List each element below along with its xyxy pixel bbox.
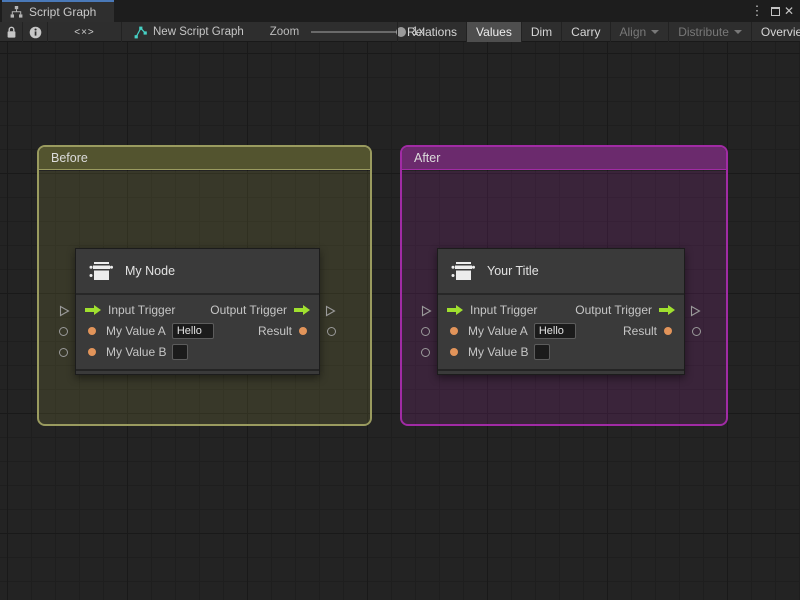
graph-hierarchy-icon xyxy=(10,6,23,18)
node-header[interactable]: My Node xyxy=(76,249,319,295)
tab-script-graph[interactable]: Script Graph xyxy=(2,0,114,22)
ghost-input-trigger-port[interactable] xyxy=(59,304,70,322)
node-header[interactable]: Your Title xyxy=(438,249,684,295)
node-title: Your Title xyxy=(487,264,539,278)
maximize-button[interactable] xyxy=(771,0,780,22)
zoom-label: Zoom xyxy=(270,26,299,38)
input-trigger-port[interactable] xyxy=(85,305,101,315)
port-row-value-a: My Value A Result xyxy=(76,320,319,341)
value-a-input[interactable] xyxy=(172,323,214,339)
maximize-icon xyxy=(771,7,780,16)
port-row-value-a: My Value A Result xyxy=(438,320,684,341)
chevron-down-icon xyxy=(651,30,659,34)
info-icon xyxy=(29,26,42,39)
ghost-result-port[interactable] xyxy=(327,327,336,336)
close-button[interactable]: ✕ xyxy=(782,0,796,22)
toolbar-toggle-group: Relations Values Dim Carry Align Distrib… xyxy=(397,22,800,42)
ghost-result-port[interactable] xyxy=(692,327,701,336)
node-body: Input Trigger Output Trigger My Value A … xyxy=(438,295,684,369)
port-row-trigger: Input Trigger Output Trigger xyxy=(76,299,319,320)
window-menu-button[interactable]: ⋮ xyxy=(750,0,764,22)
overview-button[interactable]: Overview xyxy=(751,22,800,42)
result-port[interactable] xyxy=(299,327,307,335)
script-graph-asset-icon xyxy=(134,26,147,39)
new-script-graph-label: New Script Graph xyxy=(153,26,244,38)
output-trigger-port[interactable] xyxy=(294,305,310,315)
value-a-port[interactable] xyxy=(450,327,458,335)
new-script-graph-button[interactable]: New Script Graph xyxy=(122,22,254,42)
input-trigger-port[interactable] xyxy=(447,305,463,315)
node-your-title[interactable]: Your Title Input Trigger Output Trigger … xyxy=(437,248,685,375)
close-icon: ✕ xyxy=(784,4,794,18)
kebab-icon: ⋮ xyxy=(751,3,764,19)
align-dropdown[interactable]: Align xyxy=(610,22,669,42)
relations-button[interactable]: Relations xyxy=(397,22,466,42)
ghost-value-b-port[interactable] xyxy=(59,348,68,357)
value-b-input[interactable] xyxy=(534,344,550,360)
output-trigger-port[interactable] xyxy=(659,305,675,315)
carry-button[interactable]: Carry xyxy=(561,22,609,42)
ghost-input-trigger-port[interactable] xyxy=(421,304,432,322)
distribute-dropdown[interactable]: Distribute xyxy=(668,22,751,42)
unit-box-icon xyxy=(450,258,476,284)
value-b-port[interactable] xyxy=(88,348,96,356)
graph-toolbar: <×> New Script Graph Zoom 1 xyxy=(0,22,800,42)
lock-icon xyxy=(6,26,17,39)
lock-button[interactable] xyxy=(0,22,23,42)
node-footer xyxy=(76,369,319,374)
node-title: My Node xyxy=(125,264,175,278)
value-a-input[interactable] xyxy=(534,323,576,339)
node-my-node[interactable]: My Node Input Trigger Output Trigger My … xyxy=(75,248,320,375)
group-before-header[interactable]: Before xyxy=(39,147,370,170)
value-a-port[interactable] xyxy=(88,327,96,335)
value-b-input[interactable] xyxy=(172,344,188,360)
result-port[interactable] xyxy=(664,327,672,335)
group-title: After xyxy=(414,151,440,165)
group-title: Before xyxy=(51,151,88,165)
ghost-output-trigger-port[interactable] xyxy=(690,304,701,322)
ghost-value-a-port[interactable] xyxy=(59,327,68,336)
code-icon: <×> xyxy=(74,27,95,38)
dim-button[interactable]: Dim xyxy=(521,22,561,42)
value-b-port[interactable] xyxy=(450,348,458,356)
node-body: Input Trigger Output Trigger My Value A … xyxy=(76,295,319,369)
unit-box-icon xyxy=(88,258,114,284)
values-button[interactable]: Values xyxy=(466,22,521,42)
code-view-button[interactable]: <×> xyxy=(48,22,122,42)
group-after-header[interactable]: After xyxy=(402,147,726,170)
node-footer xyxy=(438,369,684,374)
ghost-value-b-port[interactable] xyxy=(421,348,430,357)
tab-title: Script Graph xyxy=(29,5,96,19)
script-graph-window: Script Graph ⋮ ✕ xyxy=(0,0,800,600)
graph-canvas[interactable]: Before After xyxy=(0,42,800,600)
port-row-trigger: Input Trigger Output Trigger xyxy=(438,299,684,320)
ghost-output-trigger-port[interactable] xyxy=(325,304,336,322)
tab-bar: Script Graph ⋮ ✕ xyxy=(0,0,800,22)
port-row-value-b: My Value B xyxy=(438,341,684,362)
ghost-value-a-port[interactable] xyxy=(421,327,430,336)
port-row-value-b: My Value B xyxy=(76,341,319,362)
info-button[interactable] xyxy=(23,22,48,42)
zoom-slider[interactable] xyxy=(311,31,403,33)
chevron-down-icon xyxy=(734,30,742,34)
